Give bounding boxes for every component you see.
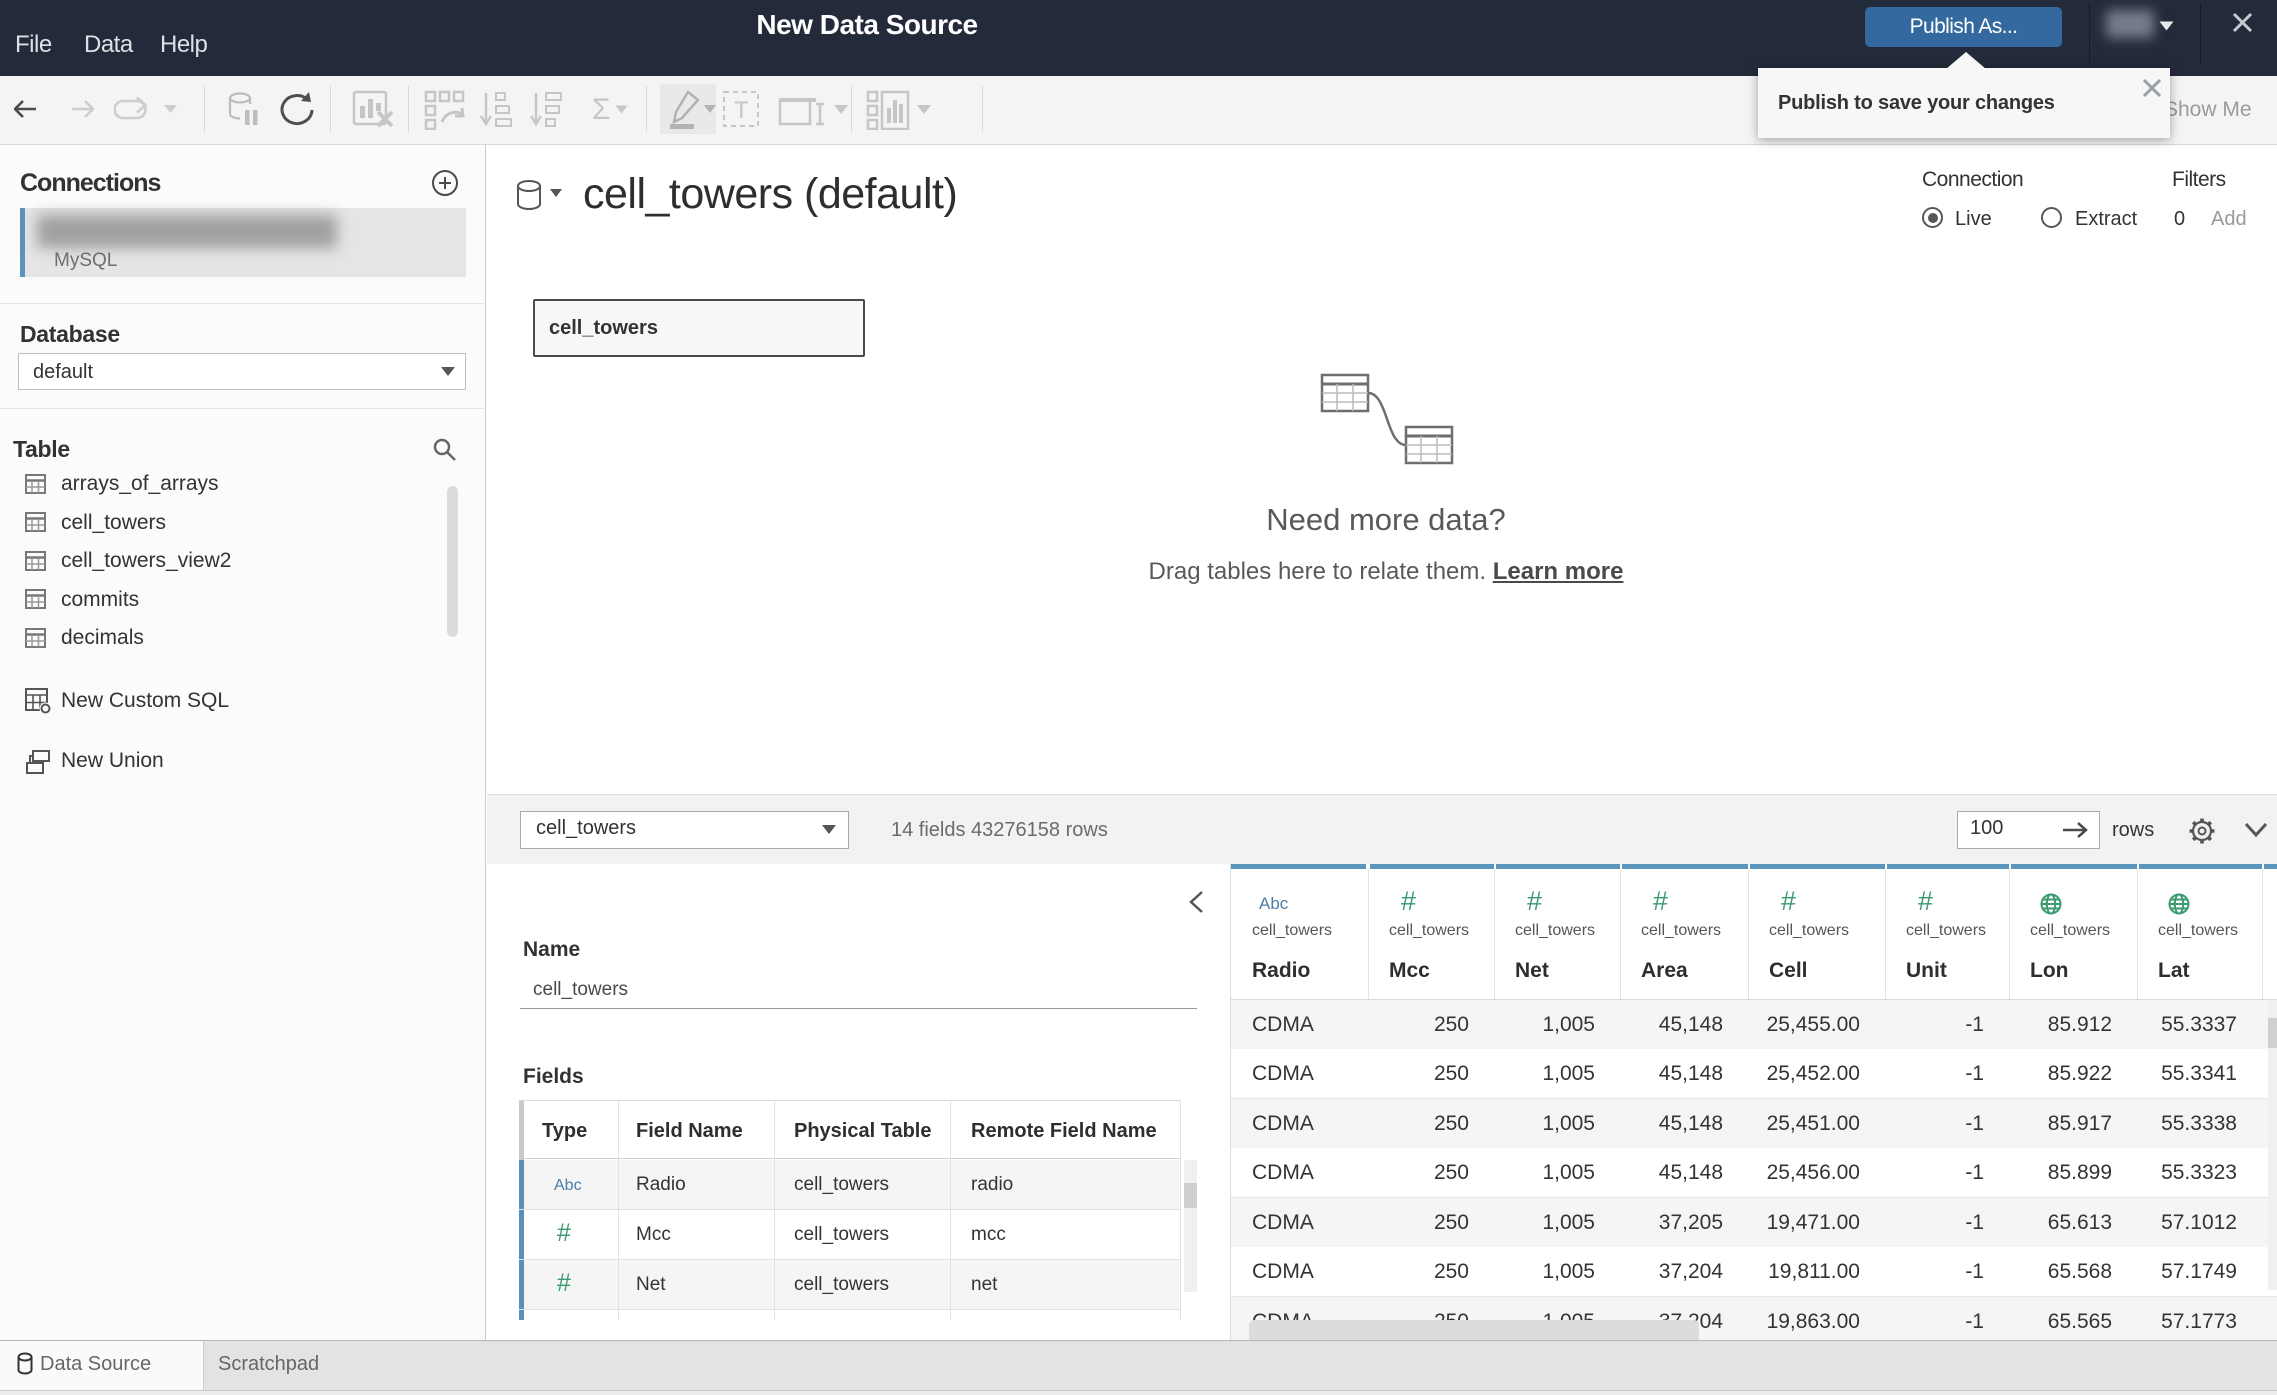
svg-text:T: T — [734, 97, 749, 124]
